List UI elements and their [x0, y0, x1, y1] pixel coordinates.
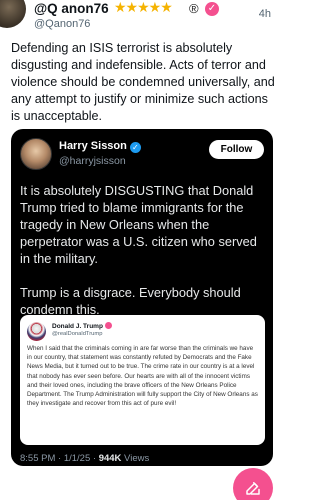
compose-button[interactable] [233, 468, 273, 500]
quoted-views-label: Views [124, 453, 150, 464]
quoted-post-body: It is absolutely DISGUSTING that Donald … [20, 182, 266, 335]
quoted-paragraph-2: Trump is a disgrace. Everybody should co… [20, 285, 241, 317]
follow-button: Follow [209, 140, 264, 159]
registered-icon: ® [189, 1, 199, 16]
verified-check-icon: ✓ [129, 142, 141, 153]
nested-post-text: When I said that the criminals coming in… [27, 345, 258, 408]
quoted-post-meta: 8:55 PM · 1/1/25 · 944K Views [20, 453, 149, 464]
post-header: @Q anon76 ★★★★★ ® ✓ 4h @Qanon76 [0, 0, 283, 34]
nested-quoted-post: Donald J. Trump @realDonaldTrump When I … [20, 315, 265, 445]
compose-icon [246, 482, 260, 495]
post-timestamp[interactable]: 4h [259, 8, 271, 20]
post-text: Defending an ISIS terrorist is absolutel… [11, 41, 275, 123]
verified-badge-icon: ✓ [205, 2, 219, 16]
star-rating-icons: ★★★★★ [114, 0, 173, 15]
quoted-paragraph-1: It is absolutely DISGUSTING that Donald … [20, 183, 257, 266]
nested-verified-icon [104, 322, 112, 329]
quoted-author-name-row: Harry Sisson ✓ [59, 140, 141, 153]
nested-author-handle: @realDonaldTrump [52, 331, 103, 337]
nested-author-avatar [27, 322, 46, 341]
quoted-timestamp: 8:55 PM · 1/1/25 · [20, 453, 99, 464]
nested-author-name-row: Donald J. Trump [52, 322, 112, 330]
quoted-post-image[interactable]: Harry Sisson ✓ @harryjsisson Follow It is… [11, 129, 273, 466]
author-handle[interactable]: @Qanon76 [34, 18, 90, 30]
quoted-author-name: Harry Sisson [59, 140, 127, 152]
quoted-author-avatar [20, 138, 52, 170]
author-avatar[interactable] [0, 0, 26, 28]
nested-author-name: Donald J. Trump [52, 323, 103, 330]
quoted-view-count: 944K [98, 453, 122, 464]
quoted-author-handle: @harryjsisson [59, 155, 126, 167]
author-name[interactable]: @Q anon76 [34, 1, 109, 16]
